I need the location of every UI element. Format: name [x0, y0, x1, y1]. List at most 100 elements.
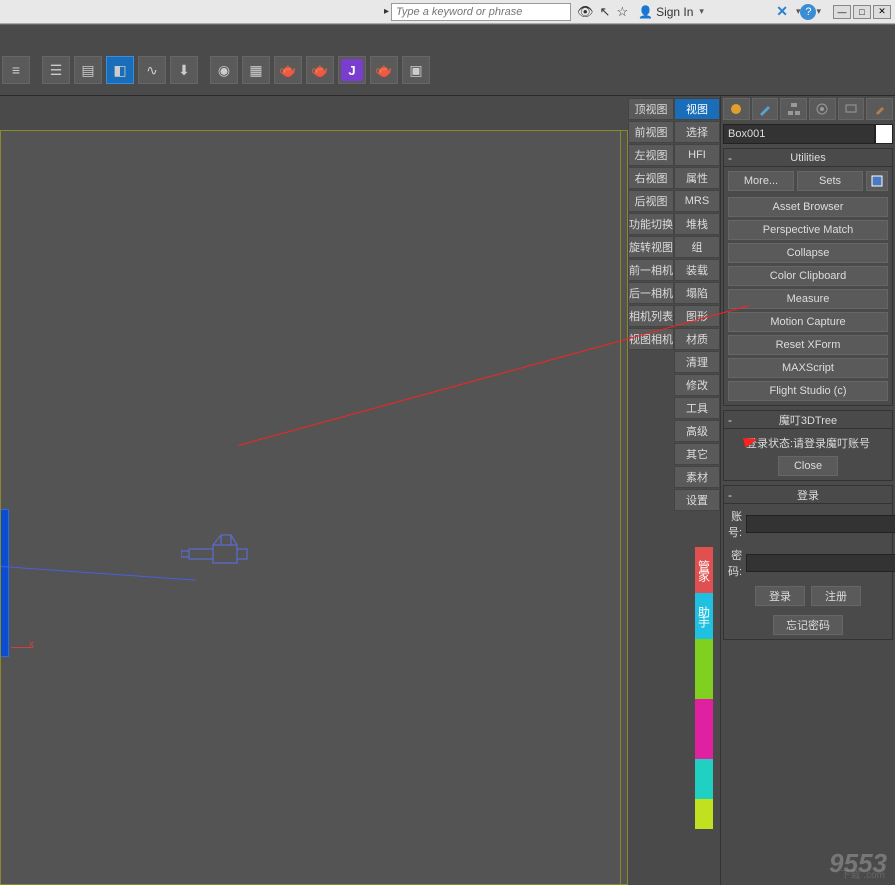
close-button[interactable]: ✕ — [873, 5, 891, 19]
tool-material-icon[interactable]: ◉ — [210, 56, 238, 84]
star-icon[interactable]: ☆ — [616, 4, 628, 20]
more-button[interactable]: More... — [728, 171, 794, 191]
utility-button-2[interactable]: Collapse — [728, 243, 888, 263]
maximize-button[interactable]: □ — [853, 5, 871, 19]
binoculars-icon[interactable]: 👁 — [577, 4, 594, 20]
menu-item-r-15[interactable]: 其它 — [674, 443, 720, 465]
sign-in-label: Sign In — [656, 5, 693, 19]
tab-display-icon[interactable] — [838, 98, 865, 120]
command-panel: - Utilities More... Sets Asset Browser Pe… — [720, 96, 895, 885]
exchange-icon[interactable]: ✕ — [776, 3, 788, 20]
menu-item-r-5[interactable]: 堆栈 — [674, 213, 720, 235]
tool-layers-icon[interactable]: ▤ — [74, 56, 102, 84]
search-input[interactable] — [391, 3, 571, 21]
menu-item-r-3[interactable]: 属性 — [674, 167, 720, 189]
tool-curve-editor-icon[interactable]: ◧ — [106, 56, 134, 84]
tool-teapot1-icon[interactable]: 🫖 — [274, 56, 302, 84]
password-label: 密码: — [728, 547, 742, 579]
main-toolbar: ≡ ☰ ▤ ◧ ∿ ⬇ ◉ ▦ 🫖 🫖 J 🫖 ▣ — [0, 24, 895, 96]
register-button[interactable]: 注册 — [811, 586, 861, 606]
utility-button-5[interactable]: Motion Capture — [728, 312, 888, 332]
viewport[interactable]: x — [0, 130, 628, 885]
tool-schematic-icon[interactable]: ⬇ — [170, 56, 198, 84]
menu-item-r-8[interactable]: 塌陷 — [674, 282, 720, 304]
tool-graph-icon[interactable]: ∿ — [138, 56, 166, 84]
utilities-title: Utilities — [790, 152, 825, 164]
close-button[interactable]: Close — [778, 456, 838, 476]
tree-rollout-header[interactable]: - 魔叮3DTree — [724, 411, 892, 429]
menu-item-1[interactable]: 前视图 — [628, 121, 674, 143]
help-icon[interactable]: ? — [800, 4, 816, 20]
tool-collapse-icon[interactable]: ≡ — [2, 56, 30, 84]
menu-item-r-0[interactable]: 视图 — [674, 98, 720, 120]
login-button[interactable]: 登录 — [755, 586, 805, 606]
minimize-button[interactable]: — — [833, 5, 851, 19]
tab-create-icon[interactable] — [723, 98, 750, 120]
menu-item-0[interactable]: 顶视图 — [628, 98, 674, 120]
badge-cyan[interactable] — [695, 759, 713, 799]
badge-magenta[interactable] — [695, 699, 713, 759]
menu-item-6[interactable]: 旋转视图 — [628, 236, 674, 258]
tool-frame-icon[interactable]: ▣ — [402, 56, 430, 84]
menu-item-2[interactable]: 左视图 — [628, 144, 674, 166]
collapse-icon: - — [728, 413, 732, 427]
tool-teapot3-icon[interactable]: 🫖 — [370, 56, 398, 84]
tool-render-setup-icon[interactable]: ▦ — [242, 56, 270, 84]
menu-item-r-4[interactable]: MRS — [674, 190, 720, 212]
menu-item-r-2[interactable]: HFI — [674, 144, 720, 166]
menu-item-r-14[interactable]: 高级 — [674, 420, 720, 442]
watermark-sub: 下载 .com — [841, 866, 885, 881]
tool-teapot2-icon[interactable]: 🫖 — [306, 56, 334, 84]
account-label: 账号: — [728, 508, 742, 540]
sign-in-button[interactable]: 👤 Sign In — [638, 5, 693, 19]
badge-green[interactable] — [695, 639, 713, 699]
pointer-icon[interactable]: ↖ — [600, 4, 611, 20]
x-axis-label: x — [29, 639, 34, 650]
utility-button-7[interactable]: MAXScript — [728, 358, 888, 378]
tab-utilities-icon[interactable] — [866, 98, 893, 120]
menu-item-r-1[interactable]: 选择 — [674, 121, 720, 143]
menu-item-3[interactable]: 右视图 — [628, 167, 674, 189]
camera-target-line — [1, 566, 196, 581]
tab-modify-icon[interactable] — [752, 98, 779, 120]
badge-lime[interactable] — [695, 799, 713, 829]
menu-item-8[interactable]: 后一相机 — [628, 282, 674, 304]
login-title: 登录 — [797, 487, 819, 503]
menu-item-7[interactable]: 前一相机 — [628, 259, 674, 281]
menu-item-r-12[interactable]: 修改 — [674, 374, 720, 396]
menu-item-r-16[interactable]: 素材 — [674, 466, 720, 488]
tool-j-button[interactable]: J — [338, 56, 366, 84]
tool-list-icon[interactable]: ☰ — [42, 56, 70, 84]
badge-assistant[interactable]: 助手 — [695, 593, 713, 639]
utility-button-3[interactable]: Color Clipboard — [728, 266, 888, 286]
password-input[interactable] — [746, 554, 895, 572]
config-button[interactable] — [866, 171, 888, 191]
utility-button-4[interactable]: Measure — [728, 289, 888, 309]
selected-object-edge — [0, 509, 9, 657]
account-input[interactable] — [746, 515, 895, 533]
tab-motion-icon[interactable] — [809, 98, 836, 120]
badge-manager[interactable]: 管家 — [695, 547, 713, 593]
tab-hierarchy-icon[interactable] — [780, 98, 807, 120]
menu-item-r-17[interactable]: 设置 — [674, 489, 720, 511]
chevron-down-icon[interactable]: ▾ — [699, 6, 704, 17]
forgot-password-button[interactable]: 忘记密码 — [773, 615, 843, 635]
object-color-swatch[interactable] — [875, 124, 893, 144]
menu-item-9[interactable]: 相机列表 — [628, 305, 674, 327]
menu-item-r-7[interactable]: 装载 — [674, 259, 720, 281]
utilities-rollout-header[interactable]: - Utilities — [724, 149, 892, 167]
chevron-down-icon[interactable]: ▾ — [816, 6, 821, 17]
utility-button-1[interactable]: Perspective Match — [728, 220, 888, 240]
menu-item-4[interactable]: 后视图 — [628, 190, 674, 212]
menu-item-r-6[interactable]: 组 — [674, 236, 720, 258]
object-name-input[interactable] — [723, 124, 875, 144]
sets-button[interactable]: Sets — [797, 171, 863, 191]
utility-button-8[interactable]: Flight Studio (c) — [728, 381, 888, 401]
utility-button-0[interactable]: Asset Browser — [728, 197, 888, 217]
login-rollout-header[interactable]: - 登录 — [724, 486, 892, 504]
utility-button-6[interactable]: Reset XForm — [728, 335, 888, 355]
menu-item-r-10[interactable]: 材质 — [674, 328, 720, 350]
menu-item-r-13[interactable]: 工具 — [674, 397, 720, 419]
menu-item-r-11[interactable]: 清理 — [674, 351, 720, 373]
menu-item-5[interactable]: 功能切换 — [628, 213, 674, 235]
